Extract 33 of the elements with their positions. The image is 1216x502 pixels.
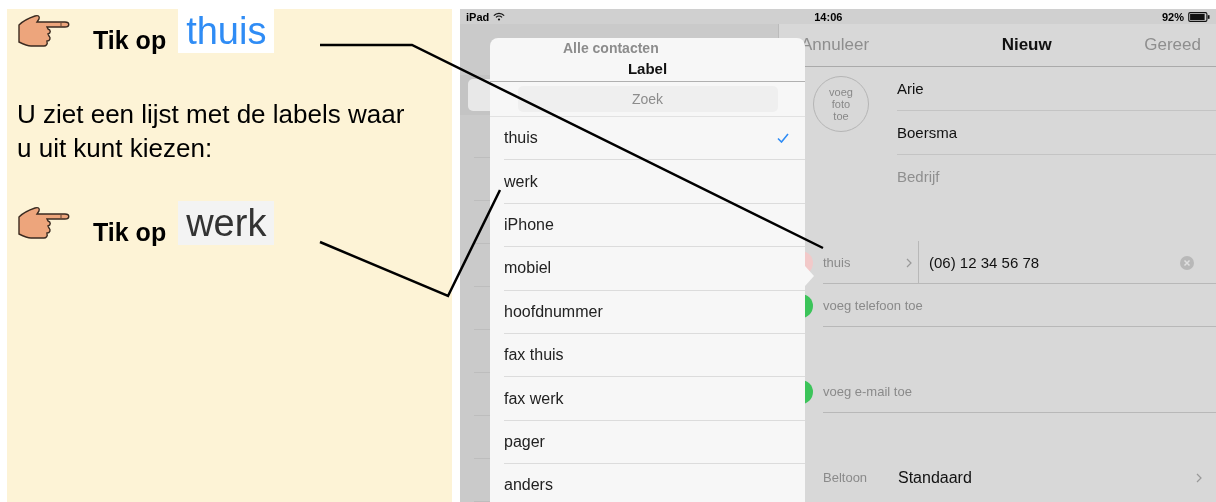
- name-field[interactable]: Boersma: [897, 111, 1216, 155]
- battery-icon: [1188, 11, 1210, 22]
- instruction-text: Tik op: [93, 28, 167, 53]
- label-option[interactable]: hoofdnummer: [504, 290, 805, 334]
- target-label: werk: [178, 201, 275, 245]
- checkmark-icon: [777, 133, 789, 144]
- pointing-hand-icon: [17, 205, 71, 239]
- popover-title: Label: [627, 60, 668, 77]
- status-time: 14:06: [814, 10, 844, 23]
- label-option[interactable]: fax thuis: [504, 333, 805, 378]
- target-label: thuis: [178, 9, 275, 53]
- battery-percentage: 92%: [1161, 10, 1184, 23]
- label-option[interactable]: werk: [504, 160, 805, 204]
- wifi-icon: [493, 12, 506, 21]
- ringtone-value[interactable]: Standaard: [898, 468, 972, 487]
- label-option[interactable]: anders: [504, 464, 805, 502]
- instruction-text: Tik op: [93, 220, 167, 245]
- label-option[interactable]: iPhone: [504, 203, 805, 248]
- name-field[interactable]: Arie: [897, 67, 1216, 111]
- label-option[interactable]: pager: [504, 420, 805, 465]
- device-name: iPad: [466, 10, 490, 23]
- pointing-hand-icon: [17, 13, 71, 47]
- chevron-icon: [906, 257, 912, 268]
- clear-icon[interactable]: [1180, 255, 1194, 270]
- contacts-title: Alle contacten: [563, 39, 659, 57]
- chevron-icon: [1196, 472, 1202, 483]
- label-option[interactable]: fax werk: [504, 377, 805, 421]
- ringtone-label: Beltoon: [823, 470, 869, 485]
- instruction-text: U ziet een lijst met de labels waar u uit kunt kiezen:: [17, 98, 406, 165]
- phone-number-field[interactable]: (06) 12 34 56 78: [929, 254, 1180, 271]
- nav-title: Nieuw: [1001, 35, 1052, 55]
- label-option[interactable]: thuis: [504, 117, 805, 161]
- label-option[interactable]: mobiel: [504, 247, 805, 291]
